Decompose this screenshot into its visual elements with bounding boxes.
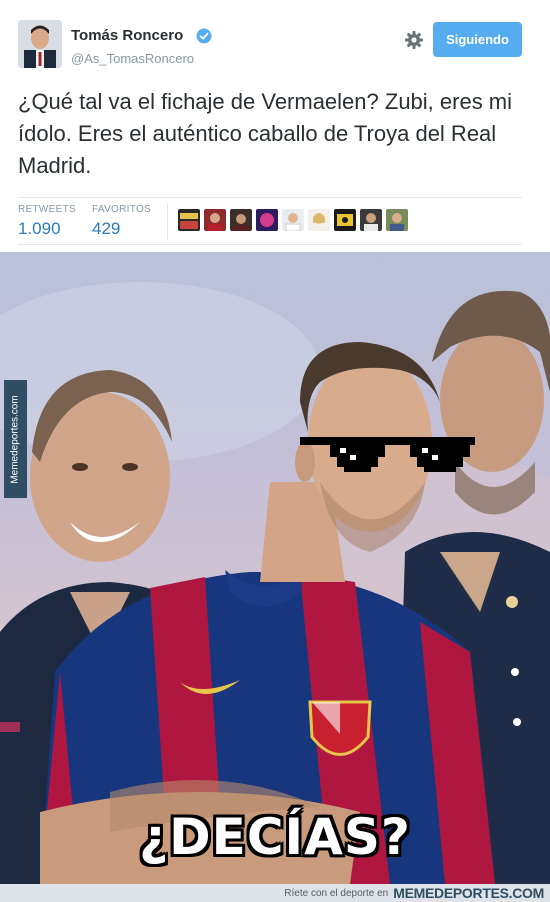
favoriter-avatar[interactable] <box>204 209 226 231</box>
retweets-stat[interactable]: RETWEETS 1.090 <box>18 204 76 239</box>
tweet-card: Tomás Roncero @As_TomasRoncero Siguiendo… <box>0 0 550 252</box>
favoriter-avatar[interactable] <box>386 209 408 231</box>
favoriter-avatar[interactable] <box>308 209 330 231</box>
footer-tagline: Ríete con el deporte en <box>284 887 389 899</box>
user-avatar[interactable] <box>18 20 62 68</box>
following-button[interactable]: Siguiendo <box>433 22 522 57</box>
meme-caption: ¿DECÍAS? <box>139 808 411 866</box>
gear-icon[interactable] <box>403 29 425 51</box>
favorites-stat[interactable]: FAVORITOS 429 <box>92 204 151 239</box>
meme-photo: Memedeportes.com <box>0 252 550 884</box>
favoriter-avatar[interactable] <box>230 209 252 231</box>
retweets-count[interactable]: 1.090 <box>18 219 76 239</box>
divider <box>18 197 522 198</box>
side-watermark-text: Memedeportes.com <box>10 394 21 484</box>
tweet-text: ¿Qué tal va el fichaje de Vermaelen? Zub… <box>18 89 513 178</box>
favorites-label: FAVORITOS <box>92 204 152 215</box>
display-name[interactable]: Tomás Roncero <box>71 27 183 44</box>
side-watermark: Memedeportes.com <box>4 380 27 498</box>
favoriter-avatar[interactable] <box>256 209 278 231</box>
favoriter-avatar[interactable] <box>360 209 382 231</box>
favoriter-avatars <box>178 209 408 231</box>
favoriter-avatar[interactable] <box>334 209 356 231</box>
screen-name[interactable]: @As_TomasRoncero <box>71 51 194 66</box>
divider <box>167 204 168 240</box>
photo-illustration <box>0 282 550 884</box>
favoriter-avatar[interactable] <box>178 209 200 231</box>
site-footer: Ríete con el deporte en MEMEDEPORTES.COM <box>0 884 550 902</box>
favoriter-avatar[interactable] <box>282 209 304 231</box>
divider <box>18 244 522 245</box>
verified-icon <box>196 28 212 44</box>
footer-brand-link[interactable]: MEMEDEPORTES.COM <box>393 885 544 901</box>
retweets-label: RETWEETS <box>18 204 76 215</box>
favorites-count[interactable]: 429 <box>92 219 151 239</box>
